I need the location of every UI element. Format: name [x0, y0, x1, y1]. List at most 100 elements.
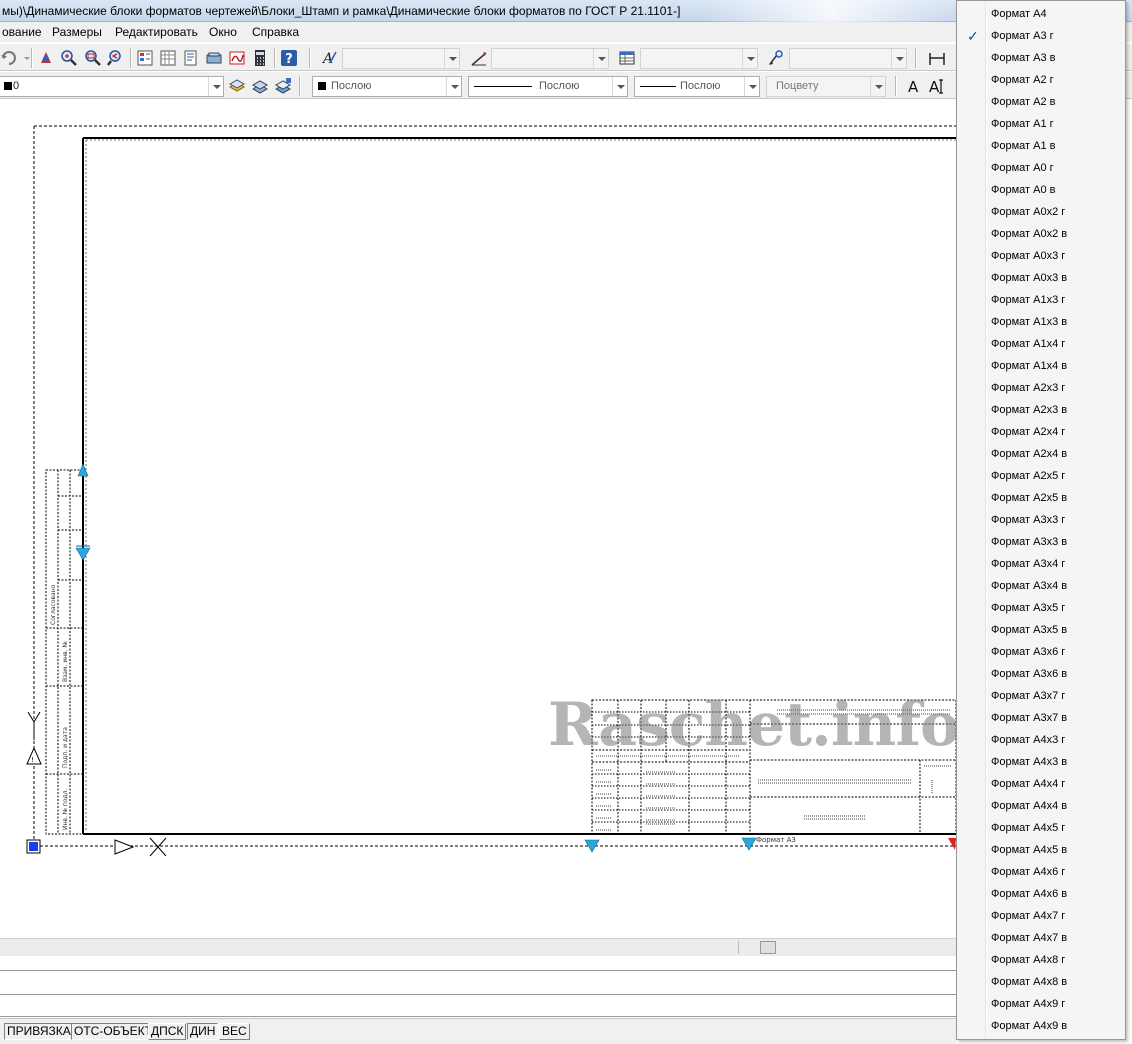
menu-item-format[interactable]: Формат А4х9 г [959, 994, 1123, 1016]
table-style-combo[interactable] [640, 48, 758, 69]
table-style-icon[interactable] [618, 49, 636, 67]
toolbar-separator [915, 48, 916, 68]
menu-item-format[interactable]: Формат А4х6 г [959, 862, 1123, 884]
lineweight-combo[interactable]: Послою [634, 76, 760, 97]
zoom-window-icon[interactable] [84, 49, 102, 67]
menu-item-format[interactable]: Формат А0х3 г [959, 246, 1123, 268]
menu-item-format[interactable]: Формат А3х3 в [959, 532, 1123, 554]
menu-item-drawing[interactable]: ование [2, 25, 42, 39]
scroll-left-button[interactable] [738, 941, 756, 954]
text-style-icon[interactable]: A [320, 49, 338, 67]
layer-combo[interactable]: 0 [0, 76, 224, 97]
menu-item-format[interactable]: ✓ Формат А3 г [959, 26, 1123, 48]
layer-states-icon[interactable] [274, 77, 292, 95]
pan-icon[interactable] [37, 49, 55, 67]
multileader-style-icon[interactable] [767, 49, 785, 67]
menu-item-format[interactable]: Формат А3х5 г [959, 598, 1123, 620]
menu-item-format[interactable]: Формат А2х4 в [959, 444, 1123, 466]
menu-item-format[interactable]: Формат А4х4 в [959, 796, 1123, 818]
format-dropdown-menu: Формат А4 ✓ Формат А3 г Формат А3 в Формат А… [956, 0, 1126, 1040]
zoom-previous-icon[interactable] [107, 49, 125, 67]
menu-item-format[interactable]: Формат А0 в [959, 180, 1123, 202]
menu-item-format[interactable]: Формат А1х3 в [959, 312, 1123, 334]
undo-icon[interactable] [0, 49, 18, 67]
menu-item-format[interactable]: Формат А4х8 г [959, 950, 1123, 972]
text-a-icon[interactable]: A [905, 77, 923, 95]
menu-item-format[interactable]: Формат А0х2 в [959, 224, 1123, 246]
menu-item-format[interactable]: Формат А3х6 г [959, 642, 1123, 664]
menu-item-format[interactable]: Формат А1х3 г [959, 290, 1123, 312]
color-swatch [318, 82, 326, 90]
menu-item-dimensions[interactable]: Размеры [52, 25, 102, 39]
menu-item-format[interactable]: Формат А4х3 г [959, 730, 1123, 752]
menu-item-format[interactable]: Формат А4х5 г [959, 818, 1123, 840]
menu-item-format[interactable]: Формат А0х3 в [959, 268, 1123, 290]
menu-item-format[interactable]: Формат А4х3 в [959, 752, 1123, 774]
ducs-toggle[interactable]: ДПСК [148, 1023, 187, 1040]
scroll-thumb[interactable] [760, 941, 776, 954]
menu-item-format[interactable]: Формат А2х3 в [959, 400, 1123, 422]
menu-item-format[interactable]: Формат А1х4 г [959, 334, 1123, 356]
plotstyle-combo[interactable]: Поцвету [766, 76, 886, 97]
markup-icon[interactable] [228, 49, 246, 67]
menu-item-format[interactable]: Формат А4 [959, 4, 1123, 26]
menu-item-help[interactable]: Справка [252, 25, 299, 39]
menu-item-format[interactable]: Формат А2х5 в [959, 488, 1123, 510]
menu-item-format[interactable]: Формат А4х8 в [959, 972, 1123, 994]
linear-dimension-icon[interactable] [928, 49, 946, 67]
otrack-toggle[interactable]: ОТС-ОБЪЕКТ [71, 1023, 155, 1040]
menu-item-format[interactable]: Формат А3х7 в [959, 708, 1123, 730]
calculator-icon[interactable] [251, 49, 269, 67]
layer-properties-icon[interactable] [228, 77, 246, 95]
menu-item-format[interactable]: Формат А2х3 г [959, 378, 1123, 400]
menu-item-modify[interactable]: Редактировать [115, 25, 198, 39]
zoom-realtime-icon[interactable] [60, 49, 78, 67]
text-style-combo[interactable] [342, 48, 460, 69]
menu-item-format[interactable]: Формат А4х7 г [959, 906, 1123, 928]
menu-item-format[interactable]: Формат А0 г [959, 158, 1123, 180]
menu-item-format[interactable]: Формат А3х6 в [959, 664, 1123, 686]
menu-item-format[interactable]: Формат А2х4 г [959, 422, 1123, 444]
menu-item-format[interactable]: Формат А2х5 г [959, 466, 1123, 488]
menu-item-format[interactable]: Формат А3х7 г [959, 686, 1123, 708]
linetype-combo[interactable]: Послою [468, 76, 628, 97]
menu-item-format[interactable]: Формат А4х4 г [959, 774, 1123, 796]
menu-item-format[interactable]: Формат А4х5 в [959, 840, 1123, 862]
tool-palettes-icon[interactable] [182, 49, 200, 67]
design-center-icon[interactable] [159, 49, 177, 67]
menu-item-format[interactable]: Формат А3х4 г [959, 554, 1123, 576]
color-combo[interactable]: Послою [312, 76, 462, 97]
multileader-style-combo[interactable] [789, 48, 907, 69]
menu-item-format[interactable]: Формат А1х4 в [959, 356, 1123, 378]
menu-item-format[interactable]: Формат А4х6 в [959, 884, 1123, 906]
menu-item-format[interactable]: Формат А2 в [959, 92, 1123, 114]
menu-item-window[interactable]: Окно [209, 25, 237, 39]
lineweight-toggle[interactable]: ВЕС [219, 1023, 250, 1040]
menu-item-format[interactable]: Формат А4х7 в [959, 928, 1123, 950]
undo-dropdown-icon[interactable] [18, 49, 30, 67]
menu-item-format[interactable]: Формат А3х3 г [959, 510, 1123, 532]
drawing-area[interactable]: Согласовано Взам. инв. № Подп. и дата Ин… [0, 100, 956, 938]
dyn-toggle[interactable]: ДИН [187, 1023, 219, 1040]
horizontal-scrollbar[interactable] [0, 938, 956, 956]
properties-icon[interactable] [136, 49, 154, 67]
menu-item-format[interactable]: Формат А3х5 в [959, 620, 1123, 642]
dimension-style-combo[interactable] [491, 48, 609, 69]
help-icon[interactable]: ? [280, 49, 298, 67]
chevron-down-icon [744, 77, 759, 96]
menu-item-format[interactable]: Формат А1 г [959, 114, 1123, 136]
layer-previous-icon[interactable] [251, 77, 269, 95]
command-window[interactable] [0, 956, 956, 1018]
dimension-style-icon[interactable] [470, 49, 488, 67]
menu-item-format[interactable]: Формат А3 в [959, 48, 1123, 70]
sheet-set-icon[interactable] [205, 49, 223, 67]
menu-item-format[interactable]: Формат А3х4 в [959, 576, 1123, 598]
menu-item-label: Формат А4х9 в [991, 1020, 1068, 1032]
menu-item-format[interactable]: Формат А1 в [959, 136, 1123, 158]
menu-item-format[interactable]: Формат А2 г [959, 70, 1123, 92]
menu-item-format[interactable]: Формат А4х9 в [959, 1016, 1123, 1038]
menu-item-format[interactable]: Формат А0х2 г [959, 202, 1123, 224]
menu-item-label: Формат А2 в [991, 96, 1056, 108]
snap-toggle[interactable]: ПРИВЯЗКА [4, 1023, 74, 1040]
text-ai-icon[interactable]: A [928, 77, 946, 95]
